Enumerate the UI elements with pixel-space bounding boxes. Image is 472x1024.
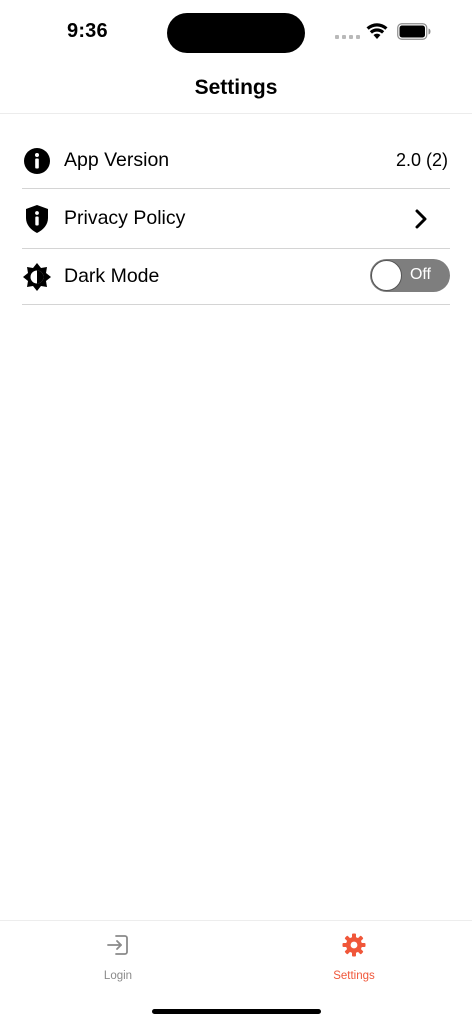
navigation-bar: Settings: [0, 64, 472, 114]
dark-mode-toggle[interactable]: Off: [370, 259, 450, 292]
dark-mode-label: Dark Mode: [64, 265, 160, 287]
dark-mode-row: Dark Mode Off: [22, 249, 450, 305]
info-circle-icon: [22, 146, 52, 176]
app-version-row: App Version 2.0 (2): [22, 133, 450, 189]
app-version-label: App Version: [64, 149, 170, 171]
chevron-right-icon: [415, 209, 427, 228]
tab-settings-label: Settings: [333, 970, 375, 982]
brightness-icon: [22, 262, 52, 292]
status-bar: 9:36: [0, 0, 472, 64]
page-title: Settings: [194, 76, 278, 99]
tab-login[interactable]: Login: [58, 933, 178, 982]
wifi-icon: [366, 23, 388, 39]
toggle-knob: [371, 260, 402, 291]
dynamic-island: [167, 13, 305, 53]
status-time: 9:36: [67, 20, 108, 42]
home-indicator: [152, 1009, 321, 1014]
privacy-policy-label: Privacy Policy: [64, 207, 186, 229]
cellular-signal-icon: [335, 35, 360, 39]
shield-info-icon: [22, 204, 52, 234]
login-icon: [107, 935, 128, 955]
privacy-policy-row[interactable]: Privacy Policy: [22, 189, 450, 249]
app-version-value: 2.0 (2): [395, 150, 448, 170]
tab-login-label: Login: [103, 970, 133, 982]
gear-icon: [342, 933, 366, 957]
settings-list: App Version 2.0 (2) Privacy Policy Dark …: [22, 133, 450, 305]
battery-icon: [397, 23, 431, 40]
toggle-state-label: Off: [409, 266, 431, 283]
tab-settings[interactable]: Settings: [294, 933, 414, 982]
